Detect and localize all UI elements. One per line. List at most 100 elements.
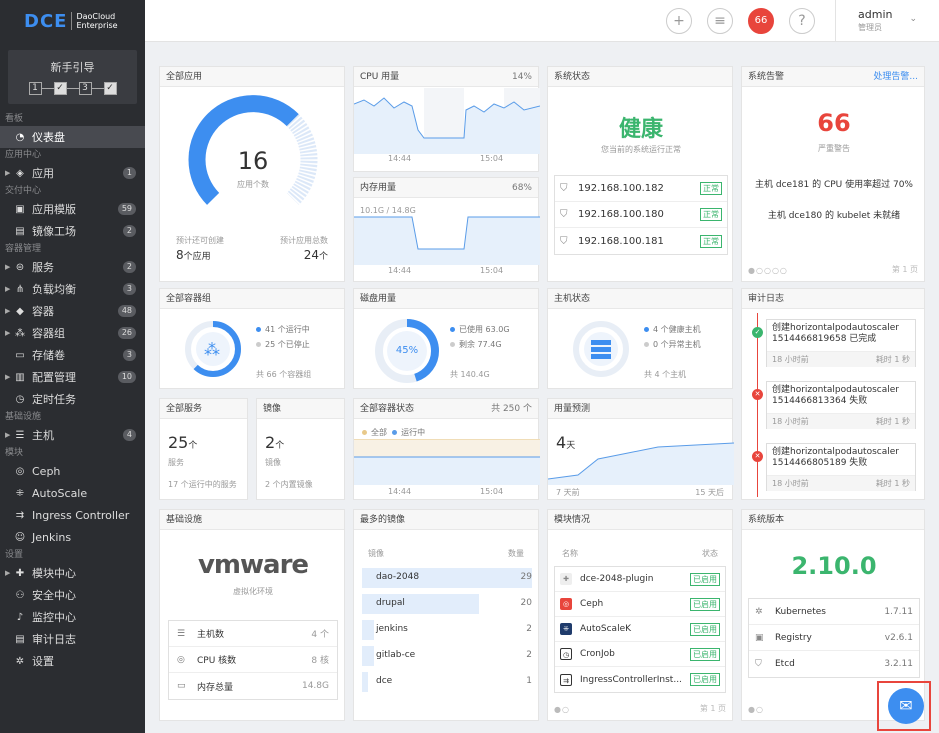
cstatus-time-end: 15:04 bbox=[480, 487, 504, 496]
count-badge: 2 bbox=[122, 225, 136, 237]
card-title: 基础设施 bbox=[160, 510, 344, 530]
pager-dots[interactable]: ●○ bbox=[748, 705, 764, 714]
host-icon: ☰ bbox=[177, 628, 186, 639]
sidebar-item-jenkins[interactable]: ☺ Jenkins bbox=[0, 526, 145, 548]
sidebar-item-container-groups[interactable]: ▶ ⁂ 容器组 26 bbox=[0, 322, 145, 344]
module-row[interactable]: ◎ Ceph 已启用 bbox=[555, 592, 725, 617]
container-total: 共 250 个 bbox=[491, 404, 532, 414]
host-icon: ☰ bbox=[15, 429, 25, 441]
sidebar-item-ceph[interactable]: ◎ Ceph bbox=[0, 460, 145, 482]
step-3[interactable]: 3 bbox=[78, 82, 92, 95]
audit-entry[interactable]: 创建horizontalpodautoscaler 1514466813364 … bbox=[766, 381, 916, 429]
module-row[interactable]: ✚ dce-2048-plugin 已启用 bbox=[555, 567, 725, 592]
sidebar-item-audit[interactable]: ▤ 审计日志 bbox=[0, 628, 145, 650]
step-2[interactable]: ✓ bbox=[53, 82, 67, 95]
section-apps: 应用中心 bbox=[5, 150, 42, 160]
count-badge: 3 bbox=[122, 283, 136, 295]
sidebar-item-volumes[interactable]: ▭ 存储卷 3 bbox=[0, 344, 145, 366]
success-icon: ✓ bbox=[752, 327, 763, 338]
card-title: 全部应用 bbox=[160, 67, 344, 87]
col-name: 名称 bbox=[562, 549, 578, 558]
ingress-icon: ⇉ bbox=[15, 509, 25, 521]
image-row[interactable]: drupal 20 bbox=[362, 594, 532, 614]
sidebar-item-containers[interactable]: ▶ ◆ 容器 48 bbox=[0, 300, 145, 322]
image-row[interactable]: dce 1 bbox=[362, 672, 532, 692]
disk-free: 剩余 77.4G bbox=[459, 340, 502, 349]
section-dashboard: 看板 bbox=[5, 114, 24, 124]
count-badge: 59 bbox=[117, 203, 136, 215]
services-label: 服务 bbox=[168, 458, 184, 467]
count-badge: 10 bbox=[117, 371, 136, 383]
image-row[interactable]: jenkins 2 bbox=[362, 620, 532, 640]
user-menu[interactable]: admin 管理员 ⌄ bbox=[835, 0, 939, 42]
cube-icon: ◆ bbox=[16, 305, 24, 317]
guide-title: 新手引导 bbox=[50, 61, 95, 74]
module-row[interactable]: ⇉ IngressControllerInst... 已启用 bbox=[555, 667, 725, 692]
alert-message[interactable]: 主机 dce181 的 CPU 使用率超过 70% bbox=[742, 177, 926, 190]
pager-dots[interactable]: ●○ bbox=[554, 705, 570, 714]
section-container: 容器管理 bbox=[5, 244, 42, 254]
step-1[interactable]: 1 bbox=[28, 82, 42, 95]
card-system-status: 系统状态 健康 您当前的系统运行正常 ⛉ 192.168.100.182 正常 ⛉ 1… bbox=[547, 66, 733, 282]
help-button[interactable]: ? bbox=[789, 8, 815, 34]
sidebar-item-security[interactable]: ⚇ 安全中心 bbox=[0, 584, 145, 606]
node-list: ⛉ 192.168.100.182 正常 ⛉ 192.168.100.180 正常 ⛉ 1… bbox=[554, 175, 728, 255]
audit-entry[interactable]: 创建horizontalpodautoscaler 1514466805189 … bbox=[766, 443, 916, 491]
status-badge: 已启用 bbox=[690, 622, 720, 636]
sidebar-item-autoscale[interactable]: ⁜ AutoScale bbox=[0, 482, 145, 504]
add-button[interactable]: + bbox=[666, 8, 692, 34]
sidebar-item-monitoring[interactable]: ♪ 监控中心 bbox=[0, 606, 145, 628]
alert-message[interactable]: 主机 dce180 的 kubelet 未就绪 bbox=[742, 208, 926, 221]
sidebar-item-hosts[interactable]: ▶ ☰ 主机 4 bbox=[0, 424, 145, 446]
sidebar-item-lb[interactable]: ▶ ⋔ 负载均衡 3 bbox=[0, 278, 145, 300]
section-delivery: 交付中心 bbox=[5, 186, 42, 196]
count-badge: 2 bbox=[122, 261, 136, 273]
logo-sub1: DaoCloud bbox=[76, 12, 116, 21]
module-row[interactable]: ◷ CronJob 已启用 bbox=[555, 642, 725, 667]
image-row[interactable]: dao-2048 29 bbox=[362, 568, 532, 588]
sidebar-item-module-center[interactable]: ▶ ✚ 模块中心 bbox=[0, 562, 145, 584]
pager-dots[interactable]: ●○○○○ bbox=[748, 266, 788, 275]
disk-percent: 45% bbox=[395, 345, 419, 356]
sidebar-item-apps[interactable]: ▶ ◈ 应用 1 bbox=[0, 162, 145, 184]
card-title: 全部服务 bbox=[160, 399, 247, 419]
onboarding-guide[interactable]: 新手引导 1 ✓ 3 ✓ bbox=[8, 50, 137, 104]
images-count: 2 bbox=[265, 433, 276, 452]
step-4[interactable]: ✓ bbox=[103, 82, 117, 95]
mem-percent: 68% bbox=[511, 183, 532, 193]
handle-alerts-link[interactable]: 处理告警... bbox=[873, 67, 918, 87]
volume-icon: ▭ bbox=[15, 349, 25, 361]
alerts-count: 66 bbox=[754, 15, 768, 26]
sidebar-item-app-templates[interactable]: ▣ 应用模版 59 bbox=[0, 198, 145, 220]
sidebar-item-image-factory[interactable]: ▤ 镜像工场 2 bbox=[0, 220, 145, 242]
dashboard-icon: ◔ bbox=[15, 131, 25, 143]
logo[interactable]: DCE DaoCloud Enterprise bbox=[0, 0, 145, 42]
card-title: 主机状态 bbox=[548, 289, 732, 309]
help-icon: ? bbox=[798, 13, 806, 29]
count-badge: 26 bbox=[117, 327, 136, 339]
apps-count-label: 应用个数 bbox=[237, 180, 269, 189]
image-row[interactable]: gitlab-ce 2 bbox=[362, 646, 532, 666]
puzzle-icon: ✚ bbox=[560, 573, 572, 585]
sidebar-item-settings[interactable]: ✲ 设置 bbox=[0, 650, 145, 672]
sidebar-item-services[interactable]: ▶ ⊜ 服务 2 bbox=[0, 256, 145, 278]
apps-count: 16 bbox=[237, 147, 269, 175]
disk-used: 已使用 63.0G bbox=[459, 325, 510, 334]
infra-row: ◎ CPU 核数 8 核 bbox=[169, 647, 337, 673]
module-row[interactable]: ⁜ AutoScaleK 已启用 bbox=[555, 617, 725, 642]
audit-entry[interactable]: 创建horizontalpodautoscaler 1514466819658 … bbox=[766, 319, 916, 367]
chat-button[interactable]: ✉ bbox=[888, 688, 924, 724]
count-badge: 48 bbox=[117, 305, 136, 317]
lb-icon: ⋔ bbox=[15, 283, 25, 295]
sidebar-item-ingress[interactable]: ⇉ Ingress Controller bbox=[0, 504, 145, 526]
chat-icon: ✉ bbox=[899, 696, 913, 715]
alerts-button[interactable]: 66 bbox=[748, 8, 774, 34]
etcd-icon: ⛉ bbox=[755, 659, 762, 669]
list-button[interactable]: ≡ bbox=[707, 8, 733, 34]
sidebar-item-cron[interactable]: ◷ 定时任务 bbox=[0, 388, 145, 410]
kubernetes-icon: ✲ bbox=[755, 606, 763, 617]
sidebar-item-dashboard[interactable]: ◔ 仪表盘 bbox=[0, 126, 145, 148]
services-sub: 17 个运行中的服务 bbox=[168, 480, 237, 489]
sidebar-item-config[interactable]: ▶ ▥ 配置管理 10 bbox=[0, 366, 145, 388]
card-title: 全部容器组 bbox=[160, 289, 344, 309]
